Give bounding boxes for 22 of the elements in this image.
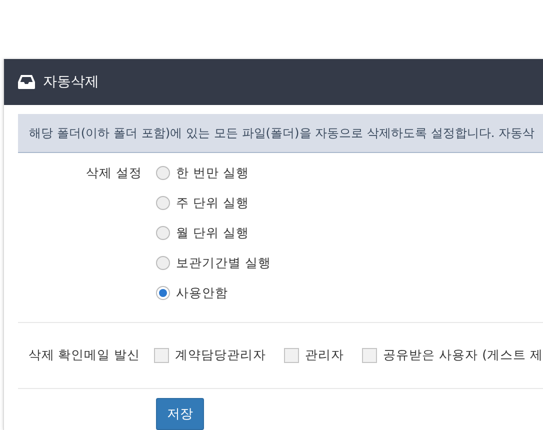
radio-label[interactable]: 사용안함 — [176, 284, 228, 302]
checkbox-label[interactable]: 공유받은 사용자 (게스트 제 — [383, 347, 543, 364]
radio-button[interactable] — [156, 166, 170, 180]
radio-label[interactable]: 월 단위 실행 — [176, 224, 249, 242]
checkbox-label[interactable]: 계약담당관리자 — [175, 347, 266, 364]
notice-bar: 해당 폴더(이하 폴더 포함)에 있는 모든 파일(폴더)을 자동으로 삭제하도록 설정합니다. 자동삭 — [18, 114, 543, 153]
checkbox[interactable] — [154, 348, 170, 363]
field-label: 삭제 확인메일 발신 — [27, 347, 142, 364]
radio-label[interactable]: 보관기간별 실행 — [176, 254, 271, 272]
radio-button[interactable] — [156, 256, 170, 270]
window-title: 자동삭제 — [43, 73, 99, 91]
radio-label[interactable]: 주 단위 실행 — [176, 194, 249, 212]
radio-button[interactable] — [156, 196, 170, 210]
radio-button[interactable] — [156, 226, 170, 240]
inbox-icon — [18, 75, 35, 89]
radio-button[interactable] — [156, 286, 170, 300]
checkbox[interactable] — [362, 348, 378, 363]
field-label: 삭제 설정 — [85, 164, 143, 182]
checkbox-label[interactable]: 관리자 — [305, 347, 344, 364]
checkbox[interactable] — [284, 348, 300, 363]
save-button[interactable]: 저장 — [156, 398, 204, 430]
radio-label[interactable]: 한 번만 실행 — [176, 164, 249, 182]
